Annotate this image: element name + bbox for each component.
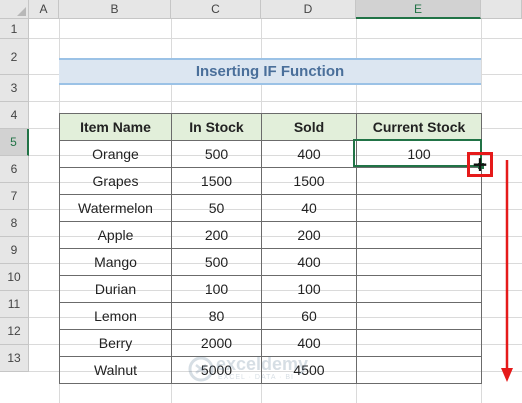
cell-sold[interactable]: 4500 xyxy=(261,356,357,384)
cell-in-stock[interactable]: 500 xyxy=(171,248,262,276)
header-sold[interactable]: Sold xyxy=(261,113,357,141)
row-header-7[interactable]: 7 xyxy=(0,183,29,210)
table-row: Durian 100 100 xyxy=(59,275,482,303)
column-header-a[interactable]: A xyxy=(29,0,59,19)
table-row: Mango 500 400 xyxy=(59,248,482,276)
table-row: Berry 2000 400 xyxy=(59,329,482,357)
cell-current-stock[interactable] xyxy=(356,275,482,303)
row-header-12[interactable]: 12 xyxy=(0,318,29,345)
cell-in-stock[interactable]: 100 xyxy=(171,275,262,303)
row-header-6[interactable]: 6 xyxy=(0,156,29,183)
table-row: Grapes 1500 1500 xyxy=(59,167,482,195)
cell-sold[interactable]: 400 xyxy=(261,140,357,168)
select-all-triangle-icon xyxy=(17,7,26,16)
row-header-13[interactable]: 13 xyxy=(0,345,29,372)
cell-current-stock[interactable]: 100 xyxy=(356,140,482,168)
cell-current-stock[interactable] xyxy=(356,221,482,249)
cell-sold[interactable]: 200 xyxy=(261,221,357,249)
crosshair-cursor-icon: + xyxy=(471,152,489,176)
row-header-10[interactable]: 10 xyxy=(0,264,29,291)
select-all-corner[interactable] xyxy=(0,0,29,19)
cell-item-name[interactable]: Mango xyxy=(59,248,172,276)
table-row: Apple 200 200 xyxy=(59,221,482,249)
table-header-row: Item Name In Stock Sold Current Stock xyxy=(59,113,482,141)
row-header-1[interactable]: 1 xyxy=(0,19,29,39)
row-header-4[interactable]: 4 xyxy=(0,102,29,129)
stock-table: Item Name In Stock Sold Current Stock Or… xyxy=(59,113,482,384)
cell-sold[interactable]: 400 xyxy=(261,248,357,276)
row-header-2[interactable]: 2 xyxy=(0,39,29,75)
cell-item-name[interactable]: Watermelon xyxy=(59,194,172,222)
drag-down-arrow-icon xyxy=(501,160,513,382)
cell-item-name[interactable]: Apple xyxy=(59,221,172,249)
cell-current-stock[interactable] xyxy=(356,167,482,195)
column-header-d[interactable]: D xyxy=(261,0,356,19)
sheet-title-cell[interactable]: Inserting IF Function xyxy=(59,58,481,85)
cell-current-stock[interactable] xyxy=(356,194,482,222)
column-header-b[interactable]: B xyxy=(59,0,171,19)
cell-item-name[interactable]: Orange xyxy=(59,140,172,168)
cell-item-name[interactable]: Berry xyxy=(59,329,172,357)
cell-in-stock[interactable]: 500 xyxy=(171,140,262,168)
cell-current-stock[interactable] xyxy=(356,248,482,276)
column-header-filler xyxy=(481,0,522,19)
cell-sold[interactable]: 40 xyxy=(261,194,357,222)
spreadsheet-grid: ABCDE 1 2 3 4 5 6 7 8 9 10 11 12 13 Inserting IF Fun… xyxy=(0,0,522,403)
column-header-e[interactable]: E xyxy=(356,0,481,19)
gridline-horizontal xyxy=(29,101,522,102)
cell-item-name[interactable]: Lemon xyxy=(59,302,172,330)
table-row: Orange 500 400 100 xyxy=(59,140,482,168)
header-item-name[interactable]: Item Name xyxy=(59,113,172,141)
gridline-horizontal xyxy=(29,38,522,39)
row-header-5[interactable]: 5 xyxy=(0,129,29,156)
cell-in-stock[interactable]: 5000 xyxy=(171,356,262,384)
cell-sold[interactable]: 60 xyxy=(261,302,357,330)
table-row: Lemon 80 60 xyxy=(59,302,482,330)
cell-in-stock[interactable]: 80 xyxy=(171,302,262,330)
table-row: Walnut 5000 4500 xyxy=(59,356,482,384)
cell-current-stock[interactable] xyxy=(356,329,482,357)
cell-current-stock[interactable] xyxy=(356,302,482,330)
sheet-title: Inserting IF Function xyxy=(195,63,345,80)
cell-in-stock[interactable]: 2000 xyxy=(171,329,262,357)
row-header-9[interactable]: 9 xyxy=(0,237,29,264)
cell-in-stock[interactable]: 200 xyxy=(171,221,262,249)
cell-in-stock[interactable]: 50 xyxy=(171,194,262,222)
cell-sold[interactable]: 1500 xyxy=(261,167,357,195)
cell-item-name[interactable]: Walnut xyxy=(59,356,172,384)
table-row: Watermelon 50 40 xyxy=(59,194,482,222)
cell-sold[interactable]: 400 xyxy=(261,329,357,357)
cell-in-stock[interactable]: 1500 xyxy=(171,167,262,195)
row-header-11[interactable]: 11 xyxy=(0,291,29,318)
header-current-stock[interactable]: Current Stock xyxy=(356,113,482,141)
cell-current-stock[interactable] xyxy=(356,356,482,384)
header-in-stock[interactable]: In Stock xyxy=(171,113,262,141)
column-header-c[interactable]: C xyxy=(171,0,261,19)
cell-item-name[interactable]: Durian xyxy=(59,275,172,303)
row-header-3[interactable]: 3 xyxy=(0,75,29,102)
cell-item-name[interactable]: Grapes xyxy=(59,167,172,195)
cell-sold[interactable]: 100 xyxy=(261,275,357,303)
row-header-8[interactable]: 8 xyxy=(0,210,29,237)
